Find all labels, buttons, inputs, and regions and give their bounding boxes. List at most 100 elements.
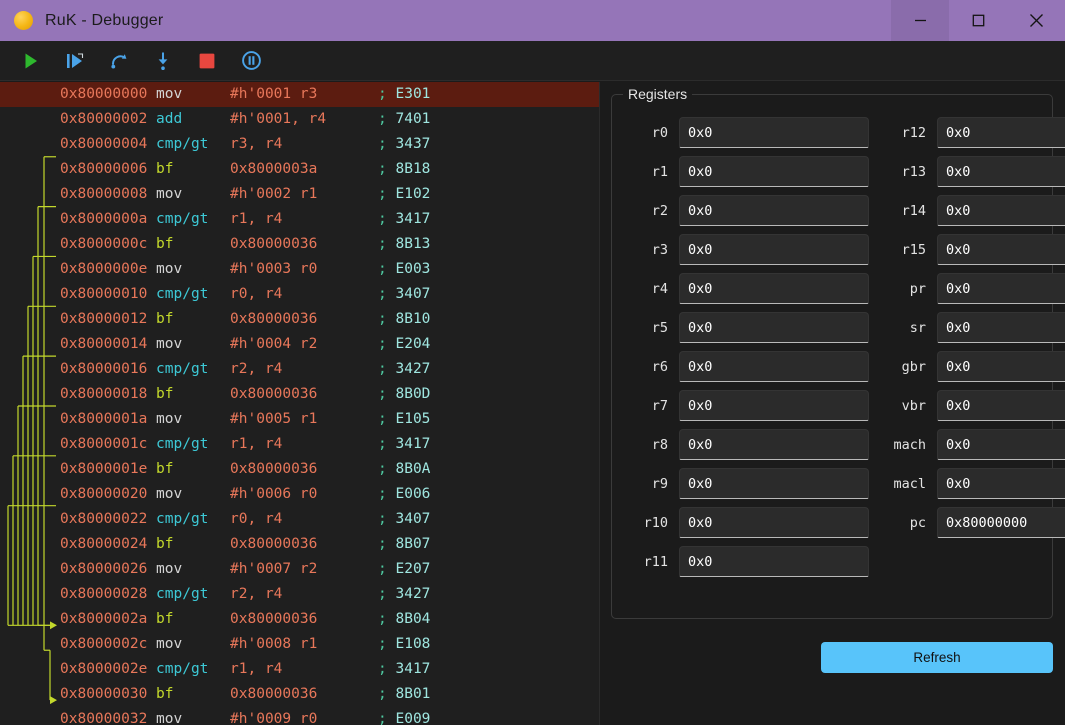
row-opcode-hex: 8B0D [387, 386, 431, 402]
disassembly-row[interactable]: 0x80000014 mov#h'0004 r2; E204 [0, 332, 599, 357]
row-operands: 0x80000036 [230, 382, 378, 407]
disassembly-row[interactable]: 0x8000001a mov#h'0005 r1; E105 [0, 407, 599, 432]
register-input-r1[interactable] [679, 156, 869, 187]
register-input-r12[interactable] [937, 117, 1065, 148]
row-operands: #h'0009 r0 [230, 707, 378, 725]
disassembly-view[interactable]: 0x80000000 mov#h'0001 r3; E3010x80000002… [0, 82, 600, 725]
disassembly-row[interactable]: 0x80000020 mov#h'0006 r0; E006 [0, 482, 599, 507]
register-input-r5[interactable] [679, 312, 869, 343]
register-input-r6[interactable] [679, 351, 869, 382]
step-over-button[interactable] [53, 44, 97, 78]
row-comment-marker: ; [378, 686, 387, 702]
close-button[interactable] [1007, 0, 1065, 41]
pause-button[interactable] [229, 44, 273, 78]
row-address: 0x80000010 [60, 286, 156, 302]
registers-panel: Registers r0r1r2r3r4r5r6r7r8r9r10r11 r12… [600, 82, 1065, 725]
row-opcode-hex: 8B18 [387, 161, 431, 177]
register-row-pr: pr [887, 269, 1065, 308]
disassembly-row[interactable]: 0x80000002 add#h'0001, r4; 7401 [0, 107, 599, 132]
register-input-macl[interactable] [937, 468, 1065, 499]
row-address: 0x8000002e [60, 661, 156, 677]
disassembly-row[interactable]: 0x80000028 cmp/gtr2, r4; 3427 [0, 582, 599, 607]
row-operands: r2, r4 [230, 582, 378, 607]
row-operands: 0x80000036 [230, 532, 378, 557]
register-input-mach[interactable] [937, 429, 1065, 460]
disassembly-row[interactable]: 0x80000006 bf0x8000003a; 8B18 [0, 157, 599, 182]
register-input-gbr[interactable] [937, 351, 1065, 382]
disassembly-row[interactable]: 0x80000008 mov#h'0002 r1; E102 [0, 182, 599, 207]
disassembly-row[interactable]: 0x80000012 bf0x80000036; 8B10 [0, 307, 599, 332]
disassembly-row[interactable]: 0x80000030 bf0x80000036; 8B01 [0, 682, 599, 707]
row-comment-marker: ; [378, 436, 387, 452]
row-address: 0x8000001a [60, 411, 156, 427]
register-input-r0[interactable] [679, 117, 869, 148]
disassembly-row[interactable]: 0x8000002a bf0x80000036; 8B04 [0, 607, 599, 632]
disassembly-row[interactable]: 0x8000001e bf0x80000036; 8B0A [0, 457, 599, 482]
disassembly-row[interactable]: 0x80000000 mov#h'0001 r3; E301 [0, 82, 599, 107]
row-operands: #h'0008 r1 [230, 632, 378, 657]
register-input-pc[interactable] [937, 507, 1065, 538]
row-opcode-hex: E301 [387, 86, 431, 102]
register-input-r10[interactable] [679, 507, 869, 538]
stop-square-icon [199, 53, 215, 69]
row-address: 0x80000006 [60, 161, 156, 177]
row-opcode-hex: 3417 [387, 211, 431, 227]
step-into-button[interactable] [97, 44, 141, 78]
row-mnemonic: mov [156, 482, 230, 507]
disassembly-row[interactable]: 0x8000000a cmp/gtr1, r4; 3417 [0, 207, 599, 232]
row-comment-marker: ; [378, 361, 387, 377]
row-opcode-hex: E009 [387, 711, 431, 725]
disassembly-row[interactable]: 0x8000002c mov#h'0008 r1; E108 [0, 632, 599, 657]
disassembly-row[interactable]: 0x80000022 cmp/gtr0, r4; 3407 [0, 507, 599, 532]
register-input-r2[interactable] [679, 195, 869, 226]
register-input-r7[interactable] [679, 390, 869, 421]
step-out-button[interactable] [141, 44, 185, 78]
row-opcode-hex: 3417 [387, 436, 431, 452]
register-input-r11[interactable] [679, 546, 869, 577]
register-input-r13[interactable] [937, 156, 1065, 187]
disassembly-row[interactable]: 0x80000016 cmp/gtr2, r4; 3427 [0, 357, 599, 382]
register-input-r9[interactable] [679, 468, 869, 499]
row-operands: #h'0001, r4 [230, 107, 378, 132]
register-input-r8[interactable] [679, 429, 869, 460]
stop-button[interactable] [185, 44, 229, 78]
disassembly-row[interactable]: 0x8000000e mov#h'0003 r0; E003 [0, 257, 599, 282]
row-address: 0x80000000 [60, 86, 156, 102]
row-comment-marker: ; [378, 486, 387, 502]
disassembly-row[interactable]: 0x80000018 bf0x80000036; 8B0D [0, 382, 599, 407]
app-circle-icon [14, 11, 33, 30]
row-mnemonic: cmp/gt [156, 282, 230, 307]
register-input-r4[interactable] [679, 273, 869, 304]
run-button[interactable] [9, 44, 53, 78]
row-comment-marker: ; [378, 261, 387, 277]
register-input-vbr[interactable] [937, 390, 1065, 421]
disassembly-row[interactable]: 0x8000002e cmp/gtr1, r4; 3417 [0, 657, 599, 682]
row-comment-marker: ; [378, 161, 387, 177]
row-comment-marker: ; [378, 511, 387, 527]
disassembly-row[interactable]: 0x8000000c bf0x80000036; 8B13 [0, 232, 599, 257]
refresh-button[interactable]: Refresh [821, 642, 1053, 673]
row-comment-marker: ; [378, 636, 387, 652]
maximize-button[interactable] [949, 0, 1007, 41]
register-input-sr[interactable] [937, 312, 1065, 343]
register-row-r1: r1 [629, 152, 869, 191]
register-row-macl: macl [887, 464, 1065, 503]
disassembly-row[interactable]: 0x80000032 mov#h'0009 r0; E009 [0, 707, 599, 725]
disassembly-row[interactable]: 0x8000001c cmp/gtr1, r4; 3417 [0, 432, 599, 457]
register-input-r14[interactable] [937, 195, 1065, 226]
row-mnemonic: mov [156, 407, 230, 432]
disassembly-row[interactable]: 0x80000026 mov#h'0007 r2; E207 [0, 557, 599, 582]
disassembly-row[interactable]: 0x80000010 cmp/gtr0, r4; 3407 [0, 282, 599, 307]
disassembly-row[interactable]: 0x80000004 cmp/gtr3, r4; 3437 [0, 132, 599, 157]
disassembly-row[interactable]: 0x80000024 bf0x80000036; 8B07 [0, 532, 599, 557]
window-controls [891, 0, 1065, 41]
minimize-button[interactable] [891, 0, 949, 41]
step-into-icon [109, 52, 129, 70]
register-input-r15[interactable] [937, 234, 1065, 265]
register-input-r3[interactable] [679, 234, 869, 265]
register-input-pr[interactable] [937, 273, 1065, 304]
row-address: 0x80000026 [60, 561, 156, 577]
row-mnemonic: mov [156, 182, 230, 207]
register-label-macl: macl [887, 476, 937, 492]
row-comment-marker: ; [378, 386, 387, 402]
